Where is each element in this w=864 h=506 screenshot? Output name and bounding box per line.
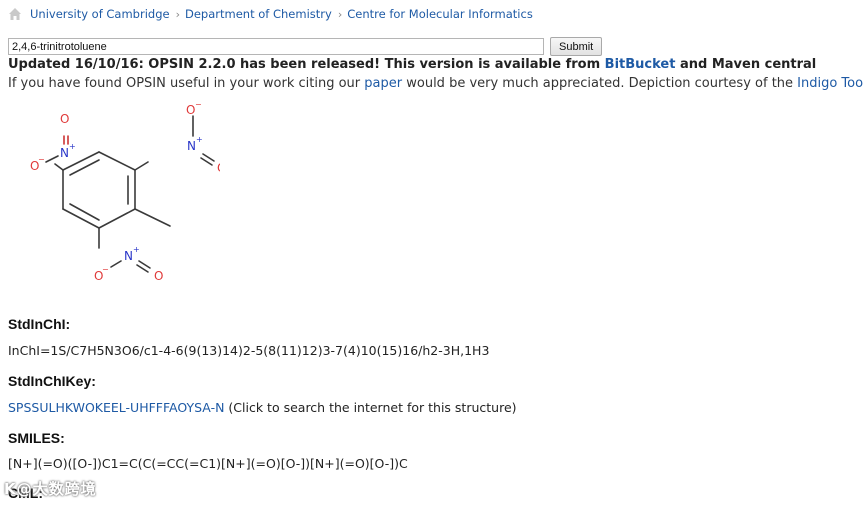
home-icon[interactable] [8,7,22,21]
positive-charge: + [196,135,203,144]
stdinchikey-heading: StdInChIKey: [8,373,96,389]
oxygen-label: O [60,112,69,126]
stdinchi-value: InChI=1S/C7H5N3O6/c1-4-6(9(13)14)2-5(8(1… [8,343,490,358]
submit-button[interactable]: Submit [550,37,603,56]
breadcrumb: University of Cambridge › Department of … [8,6,533,22]
structure-depiction: O N + O − O − N + O N + O − O [30,100,220,283]
citation-middle: would be very much appreciated. Depictio… [402,76,798,91]
oxygen-label: O [217,161,220,175]
stdinchikey-search-link[interactable]: SPSSULHKWOKEEL-UHFFFAOYSA-N [8,400,224,415]
search-form: Submit [8,37,603,56]
nitrogen-label: N [60,146,69,160]
breadcrumb-separator: › [175,7,180,21]
nitrogen-label: N [187,139,196,153]
citation-note: If you have found OPSIN useful in your w… [8,76,864,91]
breadcrumb-separator: › [337,7,343,21]
announcement-suffix: and Maven central [675,57,817,72]
announcement-prefix: Updated 16/10/16: OPSIN 2.2.0 has been r… [8,57,605,72]
paper-link[interactable]: paper [364,76,402,91]
chemical-name-input[interactable] [8,38,544,55]
stdinchikey-row: SPSSULHKWOKEEL-UHFFFAOYSA-N (Click to se… [8,400,517,415]
smiles-heading: SMILES: [8,430,65,446]
breadcrumb-link-centre[interactable]: Centre for Molecular Informatics [347,7,533,21]
breadcrumb-link-university[interactable]: University of Cambridge [30,7,170,21]
breadcrumb-link-department[interactable]: Department of Chemistry [185,7,332,21]
release-announcement: Updated 16/10/16: OPSIN 2.2.0 has been r… [8,57,816,72]
watermark: K@大数跨境 [4,480,97,498]
bitbucket-link[interactable]: BitBucket [605,57,676,72]
negative-charge: − [102,265,109,274]
oxygen-label: O [154,269,163,283]
nitrogen-label: N [124,249,133,263]
citation-prefix: If you have found OPSIN useful in your w… [8,76,365,91]
negative-charge: − [195,100,202,109]
smiles-value: [N+](=O)([O-])C1=C(C(=CC(=C1)[N+](=O)[O-… [8,456,408,471]
positive-charge: + [69,142,76,151]
negative-charge: − [38,155,45,164]
positive-charge: + [133,245,140,254]
indigo-toolkit-link[interactable]: Indigo Toolkit [797,76,864,91]
stdinchi-heading: StdInChI: [8,316,71,332]
stdinchikey-note: (Click to search the internet for this s… [224,400,517,415]
